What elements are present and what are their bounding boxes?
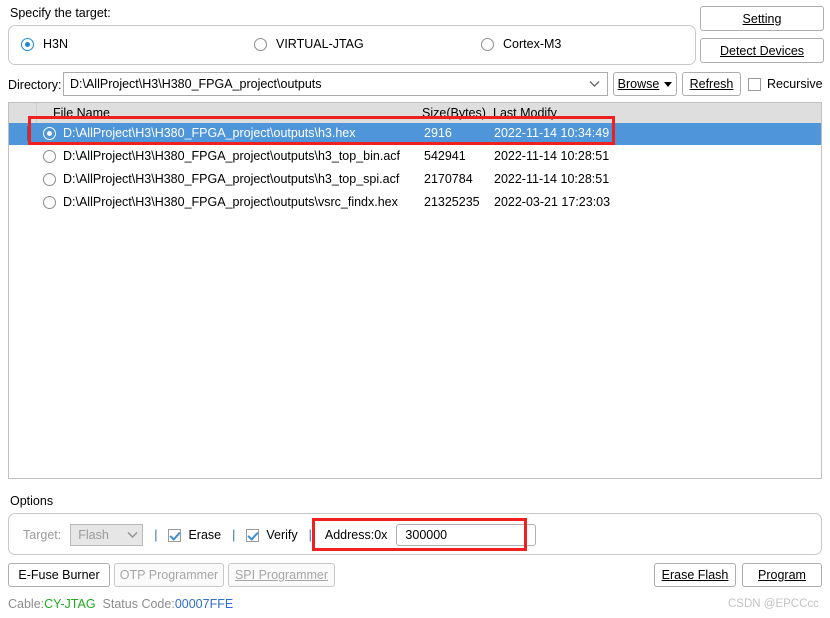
verify-checkbox[interactable]: [246, 528, 260, 542]
detect-devices-button[interactable]: Detect Devices: [700, 38, 824, 63]
table-row[interactable]: D:\AllProject\H3\H380_FPGA_project\outpu…: [9, 123, 821, 145]
row-radio-wrap[interactable]: [43, 150, 56, 166]
row-radio-wrap[interactable]: [43, 196, 56, 212]
options-group-label: Options: [10, 494, 54, 508]
table-row[interactable]: D:\AllProject\H3\H380_FPGA_project\outpu…: [9, 146, 821, 168]
program-button[interactable]: Program: [742, 563, 822, 587]
radio-option-virtual-jtag[interactable]: VIRTUAL-JTAG: [254, 37, 364, 51]
column-header-file-name[interactable]: File Name: [53, 106, 110, 120]
column-header-size[interactable]: Size(Bytes): [422, 106, 486, 120]
efuse-burner-button-label: E-Fuse Burner: [18, 568, 100, 582]
radio-icon-cortex-m3[interactable]: [481, 37, 494, 51]
cable-value: CY-JTAG: [44, 597, 96, 611]
watermark: CSDN @EPCCcc: [728, 598, 819, 610]
radio-option-cortex-m3[interactable]: Cortex-M3: [481, 37, 561, 51]
radio-icon-h3n[interactable]: [21, 37, 34, 51]
browse-button-label: Browse: [617, 77, 660, 91]
erase-checkbox[interactable]: [168, 528, 182, 542]
address-label: Address:0x: [324, 528, 388, 542]
file-size-cell: 542941: [424, 149, 466, 163]
setting-button-label: Setting: [742, 11, 782, 26]
erase-flash-button-label: Erase Flash: [661, 568, 729, 582]
row-radio-wrap[interactable]: [43, 127, 56, 143]
radio-label-h3n: H3N: [43, 37, 69, 51]
radio-label-virtual-jtag: VIRTUAL-JTAG: [276, 37, 364, 51]
recursive-label: Recursive: [767, 77, 823, 91]
target-select[interactable]: Flash: [70, 524, 144, 546]
otp-programmer-button-label: OTP Programmer: [119, 568, 219, 582]
file-modified-cell: 2022-11-14 10:28:51: [494, 172, 610, 186]
radio-label-cortex-m3: Cortex-M3: [503, 37, 562, 51]
row-radio-icon[interactable]: [43, 173, 56, 186]
chevron-down-icon[interactable]: [122, 531, 142, 539]
setting-button[interactable]: Setting: [700, 6, 824, 31]
table-row[interactable]: D:\AllProject\H3\H380_FPGA_project\outpu…: [9, 192, 821, 214]
cable-key: Cable:: [8, 597, 45, 611]
file-modified-cell: 2022-11-14 10:34:49: [494, 126, 610, 140]
row-radio-wrap[interactable]: [43, 173, 56, 189]
separator: |: [308, 528, 312, 542]
file-name-cell: D:\AllProject\H3\H380_FPGA_project\outpu…: [63, 149, 400, 163]
column-header-last-modify[interactable]: Last Modify: [493, 106, 557, 120]
directory-value: D:\AllProject\H3\H380_FPGA_project\outpu…: [70, 77, 322, 91]
target-selection-group: H3N VIRTUAL-JTAG Cortex-M3: [8, 25, 696, 65]
chevron-down-icon[interactable]: [581, 80, 607, 88]
refresh-button[interactable]: Refresh: [682, 72, 741, 96]
efuse-burner-button[interactable]: E-Fuse Burner: [8, 563, 110, 587]
file-list-panel[interactable]: File Name Size(Bytes) Last Modify D:\All…: [8, 102, 822, 479]
browse-button[interactable]: Browse: [613, 72, 677, 96]
status-code-key: Status Code:: [102, 597, 175, 611]
row-radio-icon[interactable]: [43, 127, 56, 140]
refresh-button-label: Refresh: [689, 77, 734, 91]
target-label: Target:: [23, 528, 62, 542]
detect-devices-button-label: Detect Devices: [719, 43, 805, 58]
erase-flash-button[interactable]: Erase Flash: [654, 563, 736, 587]
file-modified-cell: 2022-03-21 17:23:03: [494, 195, 611, 209]
options-group: Target: Flash | Erase | Verify | Address…: [8, 513, 822, 555]
separator: |: [154, 528, 158, 542]
file-size-cell: 2170784: [424, 172, 473, 186]
separator: |: [232, 528, 236, 542]
verify-checkbox-row[interactable]: Verify: [246, 528, 298, 542]
caret-down-icon: [664, 81, 673, 87]
erase-checkbox-row[interactable]: Erase: [168, 528, 221, 542]
verify-label: Verify: [266, 528, 298, 542]
options-row: Target: Flash | Erase | Verify | Address…: [23, 524, 537, 546]
table-row[interactable]: D:\AllProject\H3\H380_FPGA_project\outpu…: [9, 169, 821, 191]
radio-option-h3n[interactable]: H3N: [21, 37, 68, 51]
target-select-value: Flash: [78, 528, 109, 542]
directory-combobox[interactable]: D:\AllProject\H3\H380_FPGA_project\outpu…: [63, 72, 608, 96]
otp-programmer-button[interactable]: OTP Programmer: [114, 563, 224, 587]
file-name-cell: D:\AllProject\H3\H380_FPGA_project\outpu…: [63, 126, 356, 140]
file-modified-cell: 2022-11-14 10:28:51: [494, 149, 610, 163]
recursive-checkbox-row[interactable]: Recursive: [748, 77, 823, 91]
address-input[interactable]: 300000: [396, 524, 537, 546]
spi-programmer-button[interactable]: SPI Programmer: [228, 563, 335, 587]
recursive-checkbox[interactable]: [748, 77, 761, 91]
file-size-cell: 21325235: [424, 195, 480, 209]
file-list-gutter: [9, 103, 37, 123]
row-radio-icon[interactable]: [43, 150, 56, 163]
directory-label: Directory:: [8, 78, 62, 92]
status-bar: Cable: CY-JTAG Status Code: 00007FFE: [8, 597, 233, 611]
erase-label: Erase: [188, 528, 222, 542]
file-name-cell: D:\AllProject\H3\H380_FPGA_project\outpu…: [63, 195, 398, 209]
file-name-cell: D:\AllProject\H3\H380_FPGA_project\outpu…: [63, 172, 400, 186]
program-button-label: Program: [758, 568, 806, 582]
file-list-header: File Name Size(Bytes) Last Modify: [9, 103, 821, 123]
row-radio-icon[interactable]: [43, 196, 56, 209]
radio-icon-virtual-jtag[interactable]: [254, 37, 267, 51]
specify-target-label: Specify the target:: [10, 6, 111, 20]
status-code-value: 00007FFE: [174, 597, 234, 611]
spi-programmer-button-label: SPI Programmer: [234, 568, 329, 582]
file-size-cell: 2916: [424, 126, 452, 140]
